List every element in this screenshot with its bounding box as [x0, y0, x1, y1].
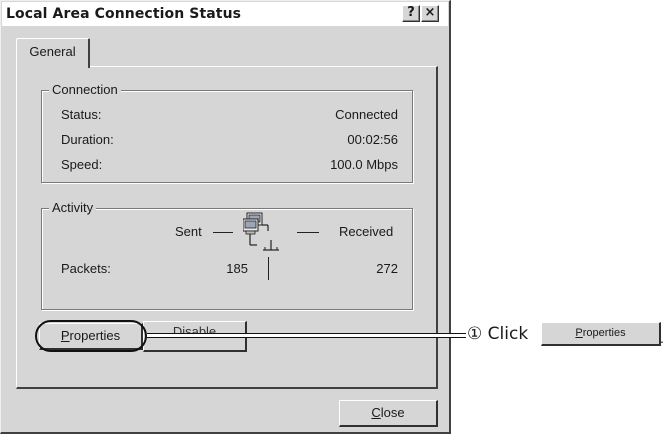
speed-value: 100.0 Mbps — [330, 157, 398, 172]
packets-label: Packets: — [61, 261, 111, 276]
packets-divider — [268, 257, 269, 280]
annotation-step: ① Click — [467, 324, 528, 344]
duration-label: Duration: — [61, 132, 114, 147]
callout-connector — [147, 333, 466, 338]
annotation-period: . — [660, 330, 664, 346]
packets-received-value: 272 — [376, 261, 398, 276]
status-label: Status: — [61, 107, 102, 122]
sent-label: Sent — [175, 224, 202, 239]
received-label: Received — [339, 224, 394, 239]
annotation-button-label: roperties — [582, 327, 626, 339]
network-activity-icon — [243, 212, 279, 251]
received-dash — [297, 232, 319, 233]
help-icon: ? — [407, 5, 415, 20]
connection-group-label: Connection — [49, 82, 121, 97]
close-button[interactable]: Close — [339, 400, 438, 427]
step-number: ① — [467, 324, 483, 344]
tab-general-label: General — [29, 44, 76, 59]
help-button[interactable]: ? — [402, 5, 420, 22]
tab-general[interactable]: General — [16, 38, 90, 68]
close-accel: C — [371, 405, 381, 420]
close-icon: × — [424, 5, 436, 20]
close-label: lose — [380, 405, 405, 420]
window-title: Local Area Connection Status — [6, 6, 242, 22]
properties-callout-ring — [35, 320, 147, 352]
annotation-text: Click — [487, 324, 529, 344]
sent-dash — [213, 232, 233, 233]
annotation-accel: P — [575, 327, 583, 339]
duration-value: 00:02:56 — [347, 132, 398, 147]
window-close-button[interactable]: × — [421, 5, 439, 22]
status-value: Connected — [335, 107, 398, 122]
speed-label: Speed: — [61, 157, 103, 172]
title-bar[interactable]: Local Area Connection Status ? × — [2, 2, 448, 26]
annotation-properties-button: Properties — [541, 322, 661, 346]
packets-sent-value: 185 — [226, 261, 248, 276]
activity-group-label: Activity — [49, 200, 97, 215]
